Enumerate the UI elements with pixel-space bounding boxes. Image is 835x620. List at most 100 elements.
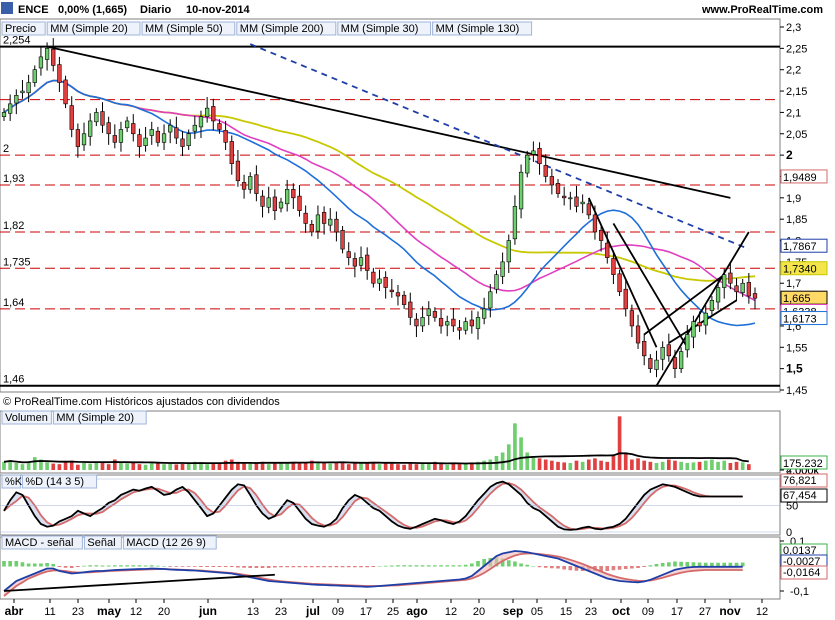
- volume-bar-9: [57, 464, 62, 470]
- candle-body-48: [297, 195, 302, 211]
- candle-body-21: [131, 123, 136, 135]
- period-label: Diario: [140, 4, 171, 16]
- candle-body-98: [605, 242, 610, 258]
- candle-body-101: [623, 288, 628, 310]
- candle-body-29: [180, 138, 185, 147]
- candle-body-69: [426, 308, 431, 316]
- volume-bar-63: [389, 463, 394, 470]
- macd-hist-bar-35: [217, 566, 222, 567]
- candle-body-82: [506, 240, 511, 263]
- volume-bar-107: [660, 461, 665, 470]
- volume-bar-14: [88, 463, 93, 470]
- macd-hist-bar-64: [396, 565, 400, 567]
- candle-body-55: [340, 229, 345, 250]
- candle-body-28: [174, 127, 179, 139]
- volume-bar-118: [728, 463, 733, 470]
- candle-body-60: [371, 271, 376, 284]
- candle-body-4: [26, 82, 31, 94]
- volume-bar-98: [605, 461, 610, 470]
- macd-last-label-2: -0,0164: [783, 567, 820, 579]
- price-legend-label-1: MM (Simple 20): [50, 23, 128, 35]
- x-tick-label-6: jun: [198, 604, 217, 618]
- candle-body-113: [697, 322, 702, 327]
- macd-hist-bar-69: [426, 565, 431, 567]
- last-value-label-3: 1,665: [783, 293, 811, 305]
- macd-hist-bar-105: [648, 565, 653, 567]
- app-logo-icon: [1, 2, 13, 14]
- volume-bar-19: [119, 463, 123, 470]
- candle-body-8: [51, 48, 56, 66]
- candle-body-74: [457, 327, 462, 331]
- volume-bar-115: [710, 459, 714, 470]
- candle-body-115: [709, 300, 715, 311]
- macd-legend-label-0: MACD - señal: [5, 537, 73, 549]
- macd-hist-bar-39: [242, 566, 246, 568]
- level-label-3: 1,93: [3, 173, 24, 185]
- macd-hist-bar-53: [328, 566, 333, 568]
- volume-bar-92: [568, 463, 573, 470]
- macd-hist-bar-62: [383, 565, 388, 567]
- volume-bar-66: [408, 463, 413, 470]
- volume-last-label: 175.232: [783, 458, 823, 470]
- macd-hist-bar-67: [414, 565, 419, 567]
- volume-bar-85: [525, 452, 530, 470]
- candle-body-99: [611, 258, 616, 275]
- x-tick-label-12: 25: [387, 606, 399, 618]
- last-value-label-2: 1,7340: [783, 264, 817, 276]
- candle-body-106: [654, 359, 659, 370]
- macd-hist-bar-10: [63, 566, 68, 568]
- macd-hist-bar-18: [112, 565, 117, 567]
- candle-body-22: [137, 134, 142, 147]
- x-tick-label-9: jul: [305, 604, 320, 618]
- chart-canvas: ENCE 0,00% (1,665) Diario 10-nov-2014 ww…: [0, 0, 835, 620]
- volume-bar-99: [611, 456, 616, 470]
- price-legend-label-5: MM (Simple 130): [436, 23, 520, 35]
- candle-body-40: [248, 176, 253, 190]
- candle-body-47: [291, 188, 296, 199]
- macd-hist-bar-14: [88, 565, 93, 567]
- macd-hist-bar-111: [685, 562, 690, 567]
- candle-body-110: [678, 351, 684, 369]
- volume-bar-34: [211, 463, 216, 470]
- volume-bar-62: [383, 463, 388, 470]
- price-tick-label-6: 2: [786, 148, 793, 162]
- candle-body-27: [168, 124, 173, 133]
- price-legend-label-3: MM (Simple 200): [240, 23, 324, 35]
- volume-bar-109: [673, 460, 677, 470]
- macd-hist-bar-12: [76, 566, 80, 567]
- macd-hist-bar-65: [402, 565, 406, 567]
- candle-body-30: [186, 133, 191, 147]
- macd-hist-bar-34: [211, 566, 216, 567]
- macd-hist-bar-48: [297, 566, 302, 568]
- macd-hist-bar-20: [125, 565, 129, 567]
- macd-hist-bar-55: [340, 566, 345, 568]
- volume-bar-45: [279, 463, 283, 470]
- candle-body-2: [14, 95, 19, 104]
- x-tick-label-2: 23: [72, 606, 84, 618]
- candle-body-14: [88, 120, 93, 137]
- price-tick-label-2: 2,2: [786, 65, 801, 77]
- macd-hist-bar-41: [254, 566, 259, 568]
- candle-body-1: [8, 103, 13, 114]
- volume-bar-113: [697, 461, 702, 470]
- candle-body-120: [740, 282, 745, 293]
- candle-body-0: [1, 112, 7, 117]
- candle-body-80: [494, 274, 499, 290]
- price-legend-label-2: MM (Simple 50): [145, 23, 223, 35]
- volume-bar-16: [100, 462, 105, 470]
- volume-bar-112: [691, 462, 696, 470]
- price-tick-label-15: 1,55: [786, 342, 807, 354]
- macd-hist-bar-19: [119, 565, 123, 567]
- footer-text: © ProRealTime.com Históricos ajustados c…: [3, 396, 280, 408]
- macd-hist-bar-27: [168, 566, 173, 567]
- candle-body-104: [642, 341, 647, 357]
- site-label: www.ProRealTime.com: [701, 4, 823, 16]
- candle-body-116: [715, 287, 721, 303]
- volume-bar-28: [174, 464, 179, 470]
- candle-body-59: [365, 254, 370, 271]
- candle-body-38: [235, 160, 241, 182]
- volume-bar-93: [574, 460, 579, 470]
- volume-bar-74: [457, 464, 462, 470]
- volume-bar-89: [550, 460, 554, 470]
- macd-hist-bar-82: [506, 560, 511, 567]
